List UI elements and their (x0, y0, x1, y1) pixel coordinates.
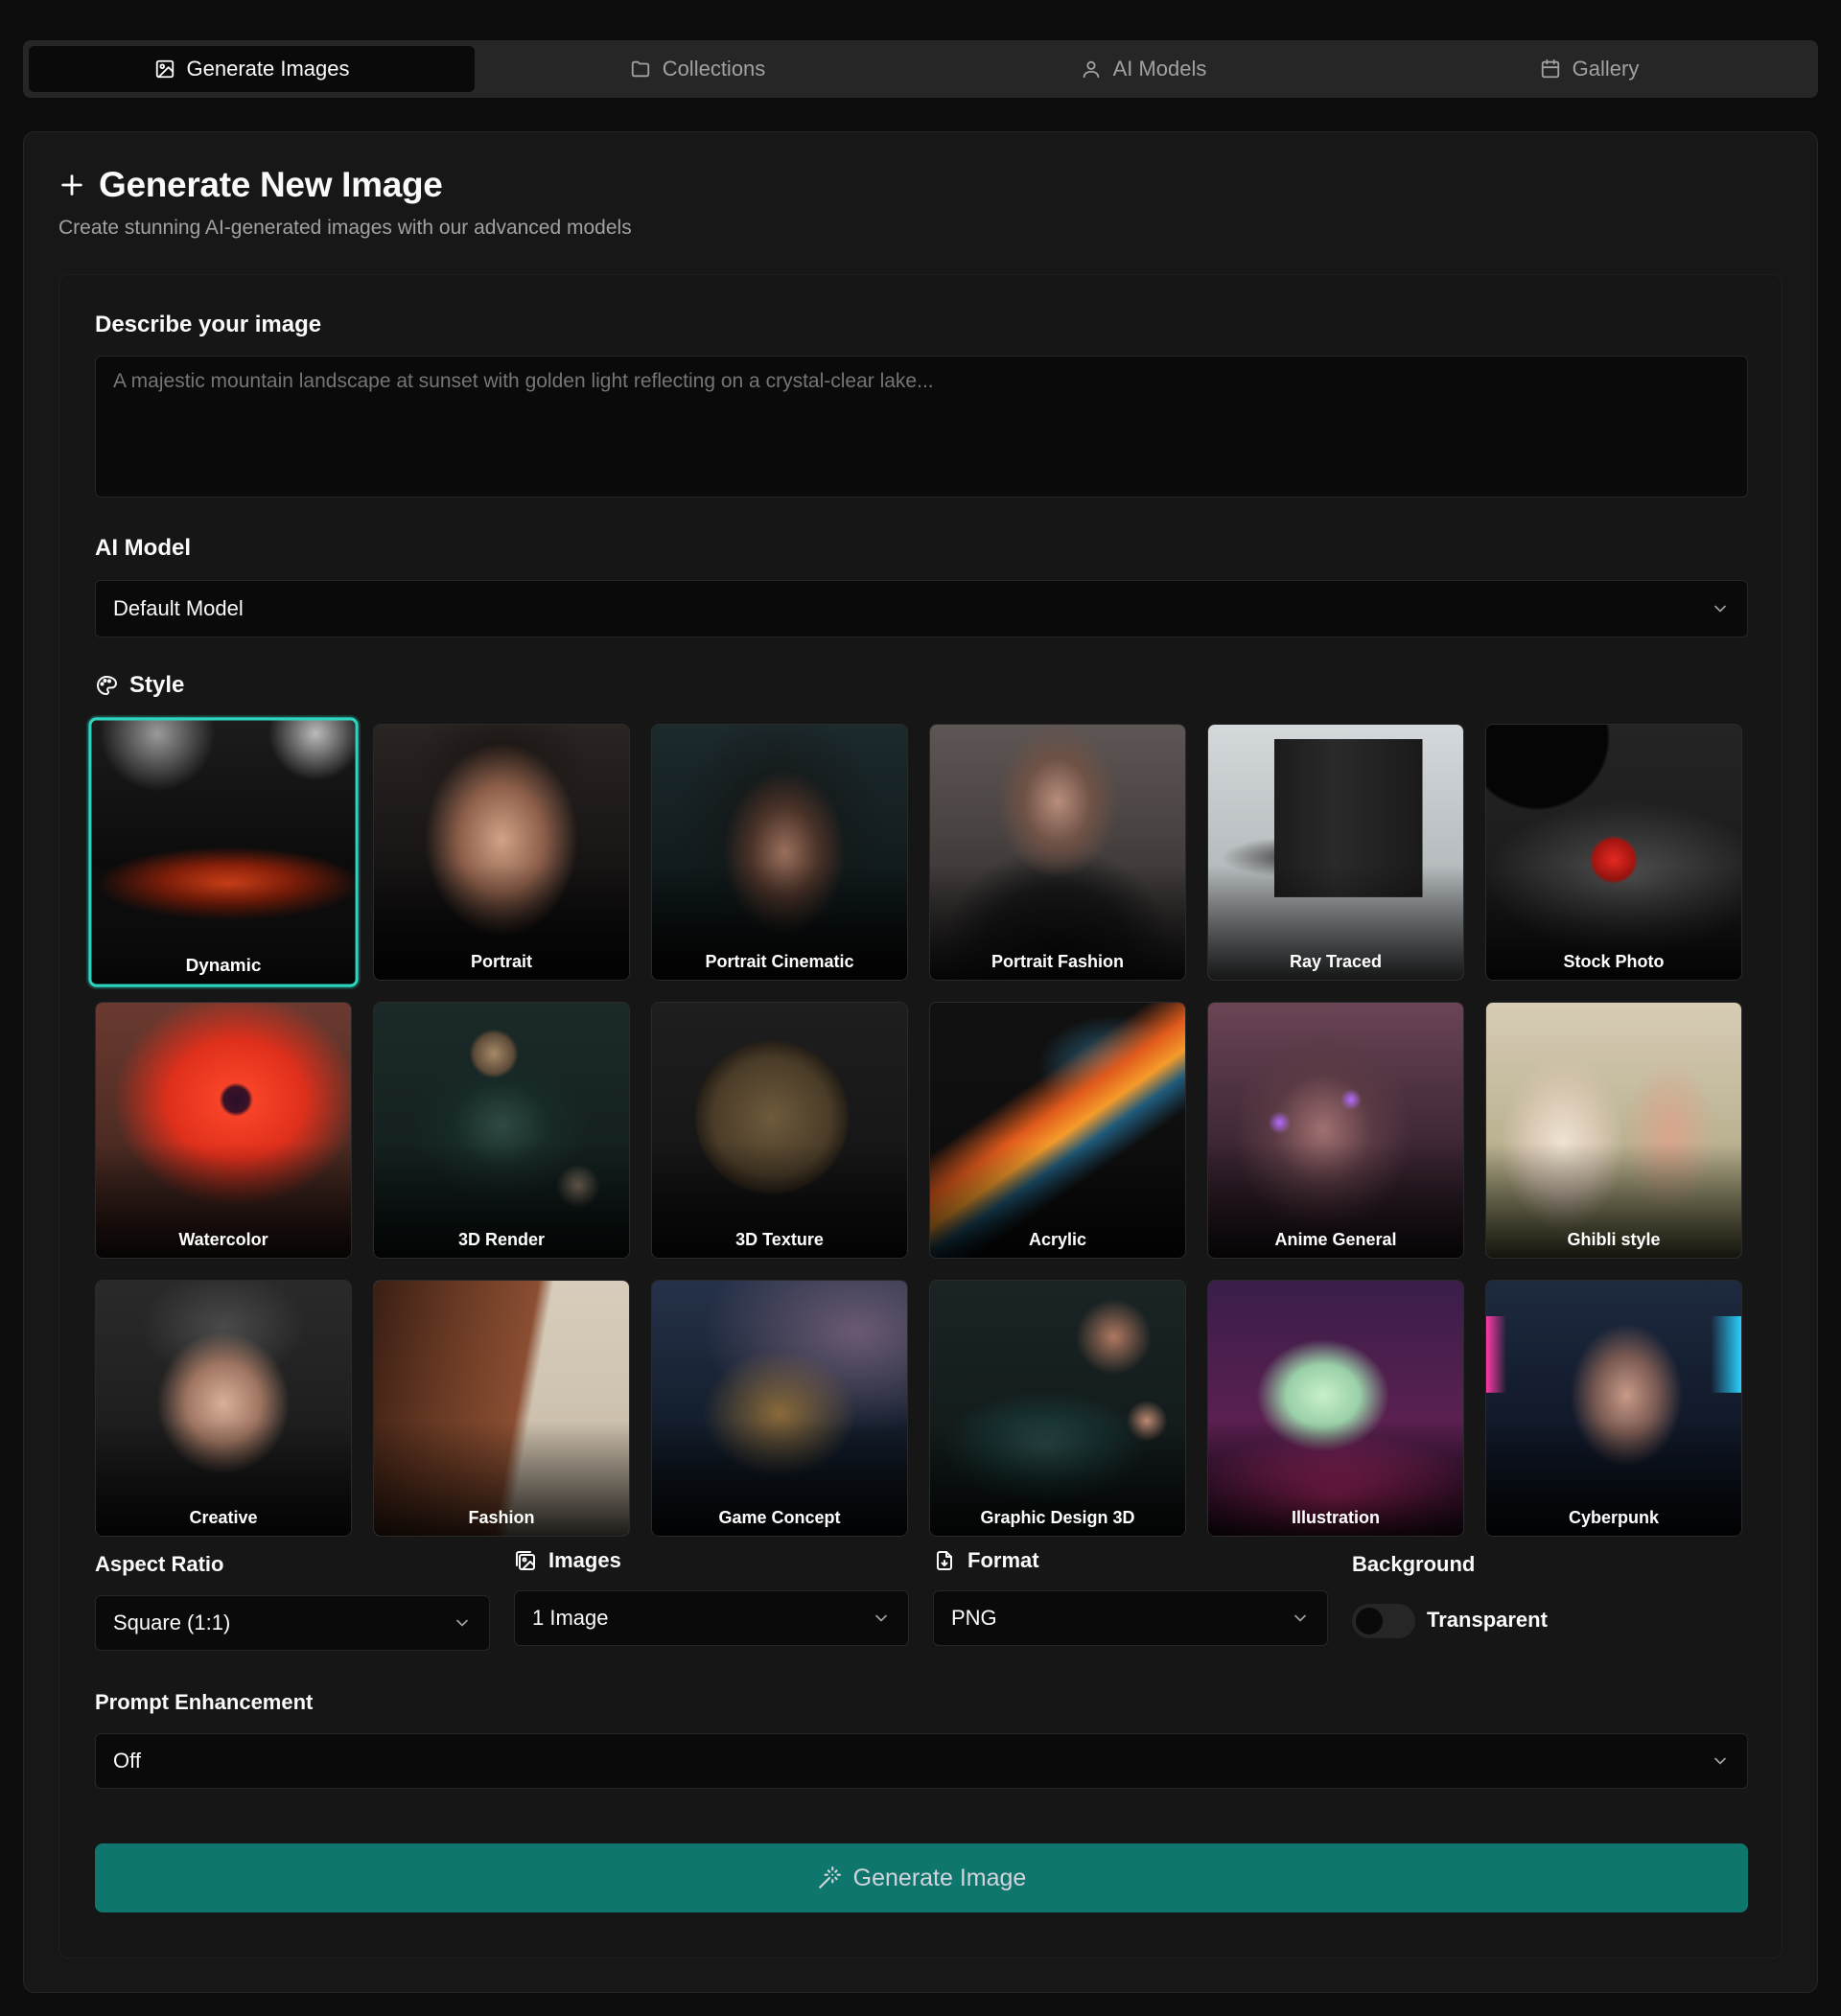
style-name: 3D Render (457, 1230, 546, 1249)
aspect-ratio-label: Aspect Ratio (95, 1552, 224, 1576)
page-title: Generate New Image (99, 165, 443, 204)
generate-card: Generate New Image Create stunning AI-ge… (23, 131, 1818, 1993)
model-value: Default Model (113, 596, 244, 620)
prompt-label: Describe your image (95, 312, 322, 337)
chevron-down-icon (456, 1619, 468, 1627)
magic-wand-icon (818, 1866, 841, 1889)
style-card-fashion[interactable]: Fashion (373, 1280, 630, 1537)
style-card-portrait-cinematic[interactable]: Portrait Cinematic (651, 724, 908, 981)
page-subtitle: Create stunning AI-generated images with… (58, 217, 632, 239)
tab-ai-models[interactable]: AI Models (920, 46, 1366, 92)
main-tabs: Generate Images Collections AI Models Ga… (23, 40, 1818, 98)
style-card-cyberpunk[interactable]: Cyberpunk (1485, 1280, 1742, 1537)
style-grid: Dynamic Portrait Portrait Cinematic Port… (88, 717, 1748, 1537)
generate-image-button[interactable]: Generate Image (95, 1843, 1748, 1912)
style-name: Anime General (1274, 1230, 1397, 1249)
style-name: Fashion (468, 1508, 535, 1527)
background-label: Background (1352, 1552, 1476, 1576)
style-card-3d-render[interactable]: 3D Render (373, 1002, 630, 1259)
format-label-text: Format (967, 1548, 1039, 1572)
transparent-toggle[interactable] (1352, 1604, 1415, 1638)
style-card-portrait-fashion[interactable]: Portrait Fashion (929, 724, 1186, 981)
style-card-illustration[interactable]: Illustration (1207, 1280, 1464, 1537)
style-name: Ghibli style (1567, 1230, 1661, 1249)
style-card-stock-photo[interactable]: Stock Photo (1485, 724, 1742, 981)
prompt-enhancement-label: Prompt Enhancement (95, 1690, 314, 1714)
chevron-down-icon (1714, 605, 1726, 613)
card-header: Generate New Image Create stunning AI-ge… (58, 165, 632, 240)
tab-collections[interactable]: Collections (475, 46, 920, 92)
toggle-knob (1356, 1608, 1383, 1634)
tab-label: Gallery (1572, 57, 1640, 81)
format-value: PNG (951, 1606, 997, 1630)
prompt-enhancement-select[interactable]: Off (95, 1733, 1748, 1789)
style-name: Acrylic (1028, 1230, 1087, 1249)
transparent-label: Transparent (1427, 1608, 1548, 1632)
style-name: Watercolor (178, 1230, 268, 1249)
style-label-text: Style (129, 672, 185, 698)
plus-icon (61, 174, 82, 196)
style-card-game-concept[interactable]: Game Concept (651, 1280, 908, 1537)
style-name: Portrait Cinematic (705, 952, 854, 971)
style-name: Dynamic (185, 955, 262, 976)
format-label: Format (933, 1548, 1039, 1573)
style-card-creative[interactable]: Creative (95, 1280, 352, 1537)
style-name: Graphic Design 3D (980, 1508, 1135, 1527)
prompt-enhancement-value: Off (113, 1749, 141, 1773)
style-name: Portrait (470, 952, 532, 971)
palette-icon (97, 676, 117, 695)
images-label: Images (514, 1548, 621, 1573)
style-name: Game Concept (718, 1508, 841, 1527)
style-name: 3D Texture (735, 1230, 824, 1249)
style-card-watercolor[interactable]: Watercolor (95, 1002, 352, 1259)
tab-label: AI Models (1112, 57, 1207, 81)
style-name: Illustration (1291, 1508, 1380, 1527)
style-card-ray-traced[interactable]: Ray Traced (1207, 724, 1464, 981)
generate-form: Describe your image AI Model Default Mod… (58, 274, 1783, 1958)
style-name: Portrait Fashion (990, 952, 1124, 971)
tab-label: Generate Images (186, 57, 350, 81)
model-label: AI Model (95, 535, 191, 561)
tab-gallery[interactable]: Gallery (1366, 46, 1812, 92)
generate-image-label: Generate Image (852, 1864, 1027, 1891)
style-card-portrait[interactable]: Portrait (373, 724, 630, 981)
style-name: Creative (189, 1508, 258, 1527)
style-card-ghibli-style[interactable]: Ghibli style (1485, 1002, 1742, 1259)
chevron-down-icon (875, 1614, 887, 1622)
images-count-select[interactable]: 1 Image (514, 1590, 909, 1646)
chevron-down-icon (1294, 1614, 1306, 1622)
model-select[interactable]: Default Model (95, 580, 1748, 637)
tab-generate-images[interactable]: Generate Images (29, 46, 475, 92)
style-name: Cyberpunk (1568, 1508, 1660, 1527)
images-label-text: Images (548, 1548, 621, 1572)
image-icon (155, 59, 174, 79)
style-name: Stock Photo (1563, 952, 1665, 971)
style-label: Style (95, 672, 184, 699)
aspect-ratio-value: Square (1:1) (113, 1610, 231, 1634)
images-count-value: 1 Image (532, 1606, 609, 1630)
folder-icon (631, 60, 649, 78)
calendar-icon (1541, 58, 1559, 79)
images-icon (516, 1551, 535, 1570)
aspect-ratio-select[interactable]: Square (1:1) (95, 1595, 490, 1651)
style-card-anime-general[interactable]: Anime General (1207, 1002, 1464, 1259)
chevron-down-icon (1714, 1757, 1726, 1765)
style-card-3d-texture[interactable]: 3D Texture (651, 1002, 908, 1259)
style-card-dynamic[interactable]: Dynamic (88, 717, 359, 987)
file-icon (937, 1551, 952, 1570)
tab-label: Collections (662, 57, 766, 81)
user-icon (1083, 60, 1099, 79)
style-card-acrylic[interactable]: Acrylic (929, 1002, 1186, 1259)
style-card-graphic-design-3d[interactable]: Graphic Design 3D (929, 1280, 1186, 1537)
style-name: Ray Traced (1289, 952, 1383, 971)
prompt-input[interactable] (95, 356, 1748, 498)
format-select[interactable]: PNG (933, 1590, 1328, 1646)
